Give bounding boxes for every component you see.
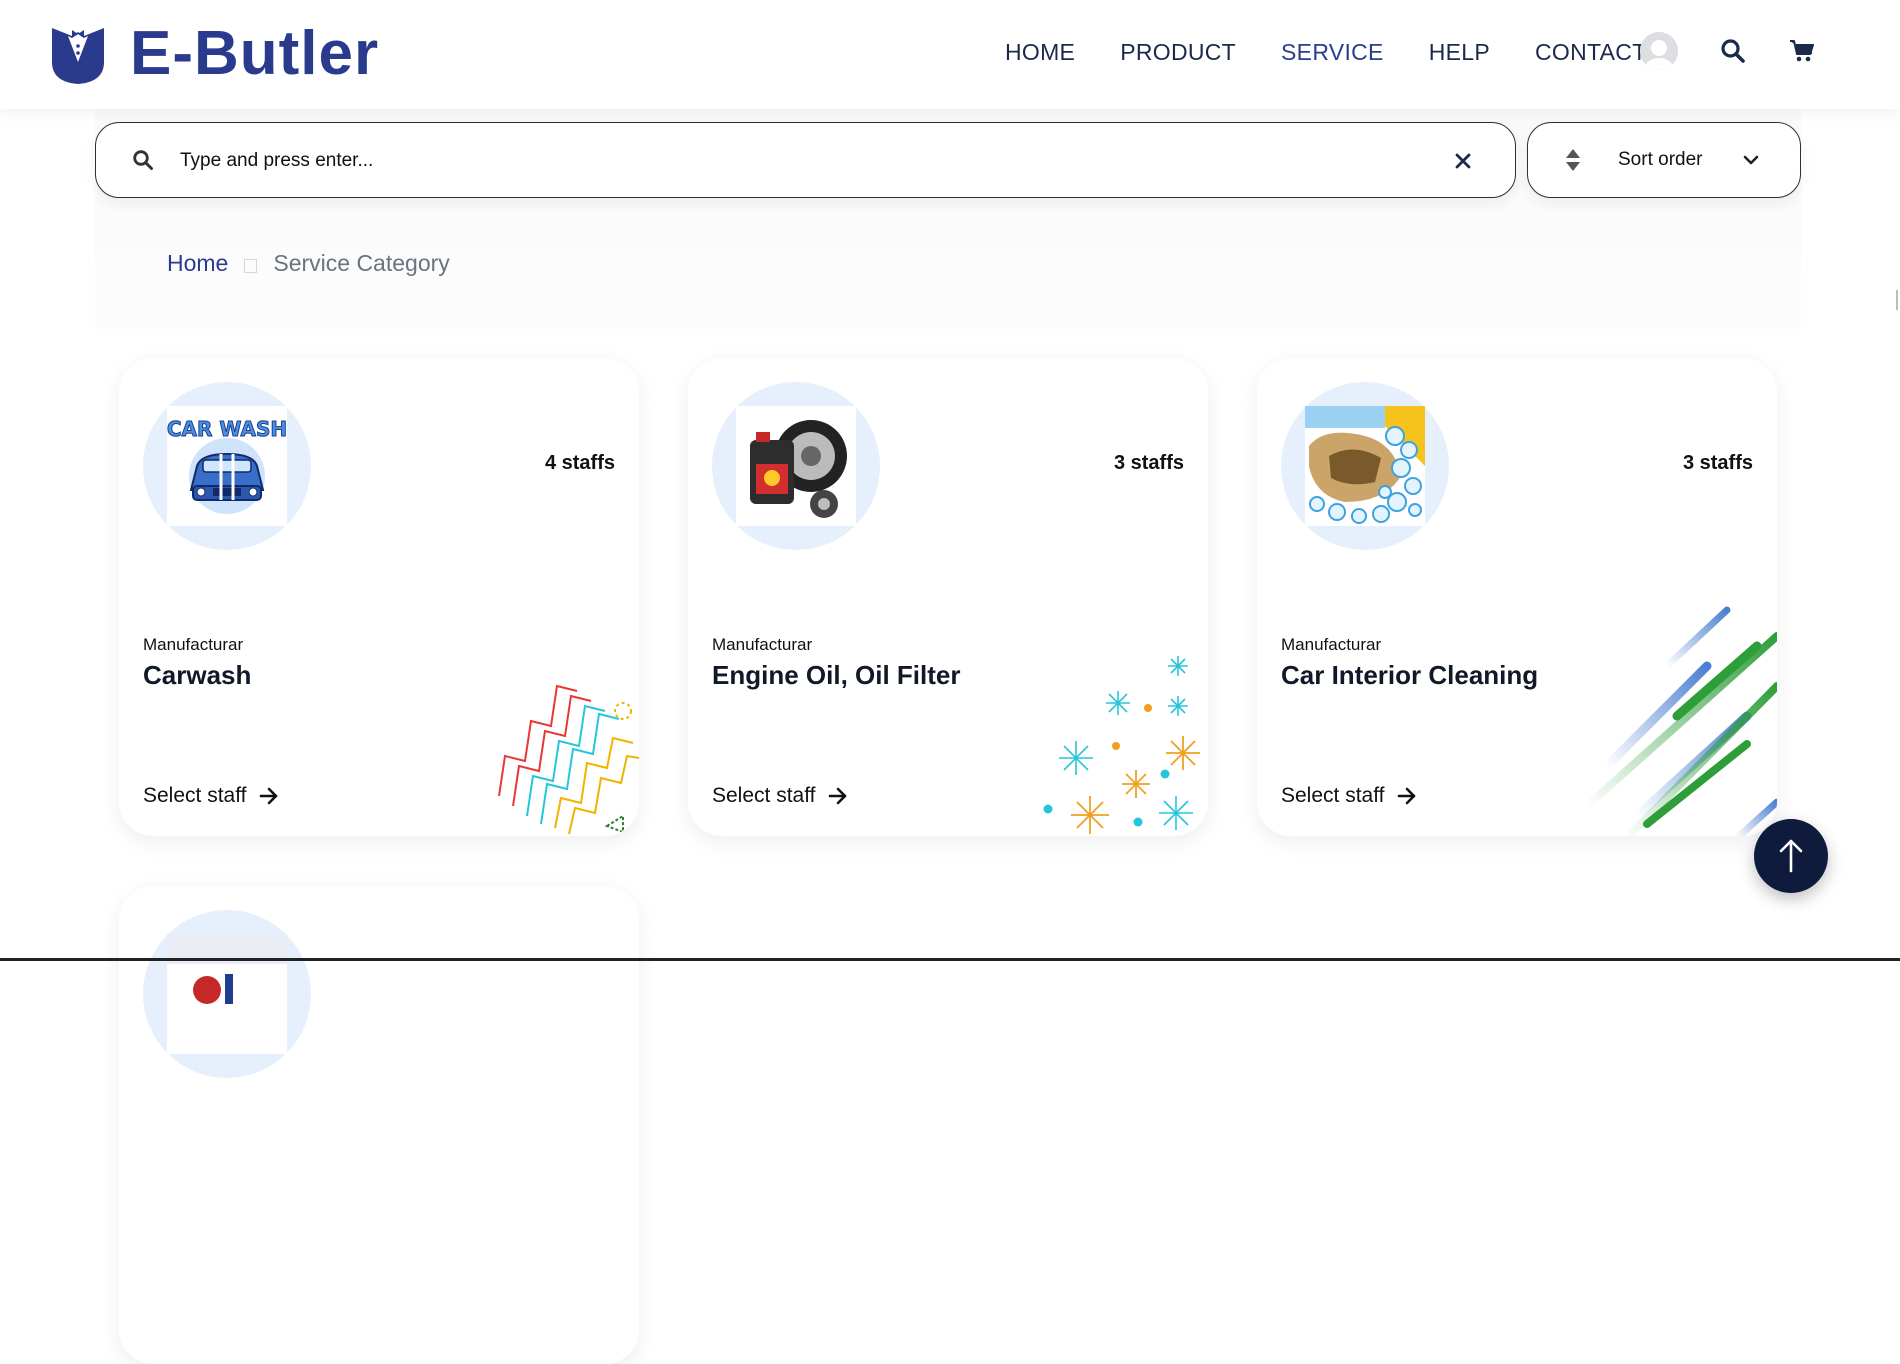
service-title: Car Interior Cleaning — [1281, 660, 1539, 690]
service-title: Engine Oil, Oil Filter — [712, 660, 961, 690]
breadcrumb-home-link[interactable]: Home — [167, 250, 228, 277]
breadcrumb-separator-icon — [244, 258, 258, 273]
search-bar — [95, 122, 1516, 198]
nav-home[interactable]: HOME — [1005, 38, 1075, 66]
select-staff-label: Select staff — [712, 784, 816, 807]
staff-count: 4 staffs — [544, 452, 615, 474]
site-header: E-Butler HOME PRODUCT SERVICE HELP CONTA… — [0, 0, 1900, 109]
car-wash-image: CAR WASH — [167, 406, 287, 526]
service-card-interior-cleaning[interactable]: 3 staffs Manufacturar Car Interior Clean… — [1257, 358, 1777, 836]
nav-contact[interactable]: CONTACT — [1535, 38, 1647, 66]
breadcrumb: Home Service Category — [167, 250, 450, 277]
user-avatar[interactable] — [1640, 32, 1678, 70]
snowflake-decoration-icon — [1043, 656, 1200, 834]
select-staff-link[interactable]: Select staff — [712, 784, 848, 808]
cart-icon[interactable] — [1789, 38, 1815, 64]
select-staff-label: Select staff — [143, 784, 247, 807]
service-image — [167, 934, 287, 1054]
arrow-right-icon — [828, 787, 846, 805]
chevron-down-icon — [1743, 155, 1759, 165]
back-to-top-button[interactable] — [1754, 819, 1828, 893]
scrollbar-thumb[interactable] — [1896, 290, 1898, 310]
staff-count: 3 staffs — [1682, 452, 1753, 474]
sort-order-select[interactable]: Sort order — [1527, 122, 1801, 198]
brand-name: E-Butler — [130, 19, 380, 88]
arrow-right-icon — [1397, 787, 1415, 805]
manufacturer-label: Manufacturar — [143, 635, 244, 654]
staff-count: 3 staffs — [1113, 452, 1184, 474]
interior-cleaning-image — [1305, 406, 1425, 526]
manufacturer-label: Manufacturar — [712, 635, 813, 654]
search-icon — [133, 150, 153, 170]
nav-service[interactable]: SERVICE — [1281, 38, 1384, 66]
butler-logo-icon — [52, 28, 104, 84]
sort-order-label: Sort order — [1618, 149, 1703, 170]
user-icon — [1640, 32, 1678, 70]
breadcrumb-current: Service Category — [273, 250, 450, 276]
select-staff-label: Select staff — [1281, 784, 1385, 807]
service-title: Carwash — [143, 660, 252, 690]
select-staff-link[interactable]: Select staff — [143, 784, 279, 808]
search-input[interactable] — [180, 141, 1410, 181]
manufacturer-label: Manufacturar — [1281, 635, 1382, 654]
arrow-right-icon — [259, 787, 277, 805]
nav-product[interactable]: PRODUCT — [1120, 38, 1236, 66]
logo[interactable]: E-Butler — [46, 22, 379, 86]
nav-help[interactable]: HELP — [1429, 38, 1490, 66]
arrow-up-icon — [1779, 839, 1803, 873]
service-card-carwash[interactable]: CAR WASH 4 staffs Manufacturar Carwash S… — [119, 358, 639, 836]
engine-oil-image — [736, 406, 856, 526]
zigzag-decoration-icon — [498, 684, 639, 835]
select-staff-link[interactable]: Select staff — [1281, 784, 1417, 808]
service-card-engine-oil[interactable]: 3 staffs Manufacturar Engine Oil, Oil Fi… — [688, 358, 1208, 836]
diagonal-stripes-decoration-icon — [1587, 606, 1777, 836]
search-icon[interactable] — [1720, 38, 1746, 64]
svg-text:CAR WASH: CAR WASH — [167, 417, 287, 441]
clear-search-icon[interactable] — [1452, 150, 1474, 172]
main-nav: HOME PRODUCT SERVICE HELP CONTACT — [1005, 38, 1692, 66]
sort-icon — [1566, 149, 1580, 171]
